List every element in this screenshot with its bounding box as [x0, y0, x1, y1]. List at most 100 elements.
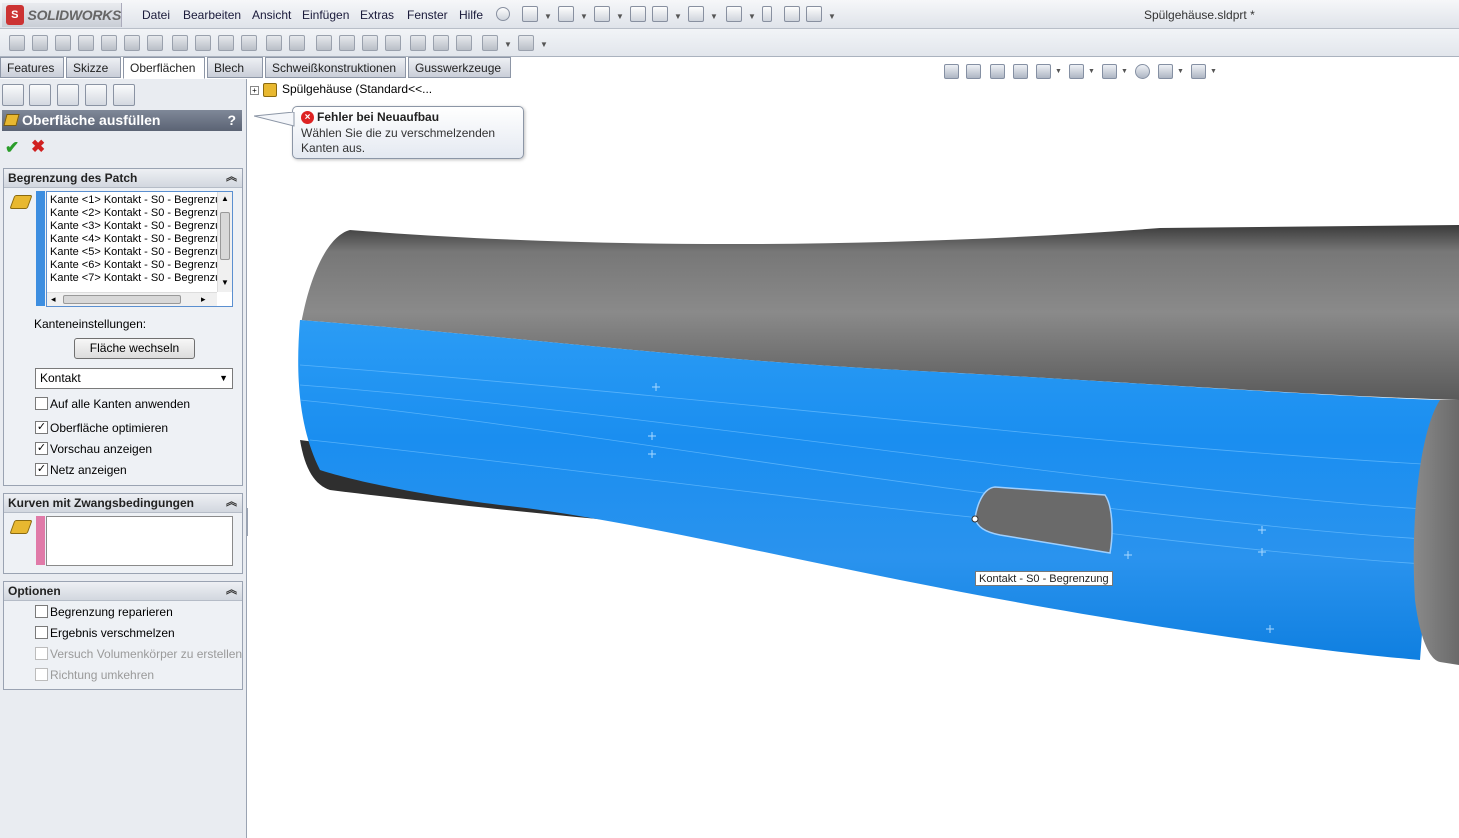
feature-manager-icon[interactable] [2, 84, 24, 106]
delete-face-icon[interactable] [266, 35, 282, 51]
undo-dropdown-icon[interactable]: ▼ [710, 12, 718, 21]
collapse-chevron-icon[interactable]: ︽ [226, 168, 237, 186]
split-line-dropdown-icon[interactable]: ▼ [504, 40, 512, 49]
apply-scene-icon[interactable] [1158, 64, 1173, 79]
view-settings-dropdown-icon[interactable]: ▼ [1210, 68, 1217, 75]
menu-datei[interactable]: Datei [142, 8, 170, 22]
display-style-dropdown-icon[interactable]: ▼ [1088, 68, 1095, 75]
mesh-checkbox[interactable]: ✓ [35, 463, 48, 476]
zoom-to-fit-icon[interactable] [944, 64, 959, 79]
view-orientation-icon[interactable] [1036, 64, 1051, 79]
freeform-icon[interactable] [147, 35, 163, 51]
rebuild-icon[interactable] [630, 6, 646, 22]
display-style-icon[interactable] [1069, 64, 1084, 79]
surface-fillet-icon[interactable] [241, 35, 257, 51]
optimize-checkbox[interactable]: ✓ [35, 421, 48, 434]
cut-with-surface-icon[interactable] [456, 35, 472, 51]
edge-callout-label[interactable]: Kontakt - S0 - Begrenzung [975, 571, 1113, 586]
try-solid-checkbox[interactable] [35, 647, 48, 660]
horizontal-scroll-thumb[interactable] [63, 295, 181, 304]
customize-icon[interactable] [806, 6, 822, 22]
split-line-icon[interactable] [482, 35, 498, 51]
menu-bearbeiten[interactable]: Bearbeiten [183, 8, 241, 22]
cancel-button[interactable]: ✖ [31, 137, 45, 157]
list-item[interactable]: Kante <2> Kontakt - S0 - Begrenzung [47, 207, 217, 220]
ok-button[interactable]: ✔ [5, 138, 19, 158]
section-view-icon[interactable] [1013, 64, 1028, 79]
scroll-right-icon[interactable]: ▸ [201, 294, 206, 305]
tab-gusswerkzeuge[interactable]: Gusswerkzeuge [408, 57, 511, 78]
previous-view-icon[interactable] [990, 64, 1005, 79]
curves-dropdown-icon[interactable]: ▼ [540, 40, 548, 49]
menu-ansicht[interactable]: Ansicht [252, 8, 291, 22]
trim-surface-icon[interactable] [339, 35, 355, 51]
filled-surface-icon[interactable] [124, 35, 140, 51]
preview-checkbox[interactable]: ✓ [35, 442, 48, 455]
knit-surface-icon[interactable] [385, 35, 401, 51]
tab-skizze[interactable]: Skizze [66, 57, 121, 78]
collapse-chevron-icon[interactable]: ︽ [226, 581, 237, 599]
horizontal-scrollbar[interactable]: ◂ ▸ [47, 292, 217, 306]
open-dropdown-icon[interactable]: ▼ [580, 12, 588, 21]
save-dropdown-icon[interactable]: ▼ [616, 12, 624, 21]
traffic-light-icon[interactable] [762, 6, 772, 22]
new-dropdown-icon[interactable]: ▼ [544, 12, 552, 21]
configuration-manager-icon[interactable] [57, 84, 79, 106]
list-item[interactable]: Kante <5> Kontakt - S0 - Begrenzung [47, 246, 217, 259]
ruled-surface-icon[interactable] [218, 35, 234, 51]
display-manager-icon[interactable] [113, 84, 135, 106]
collapse-chevron-icon[interactable]: ︽ [226, 493, 237, 511]
app-logo[interactable]: S SOLIDWORKS [2, 3, 122, 27]
select-dropdown-icon[interactable]: ▼ [748, 12, 756, 21]
thickened-cut-icon[interactable] [433, 35, 449, 51]
scene-dropdown-icon[interactable]: ▼ [1177, 68, 1184, 75]
patch-boundary-header[interactable]: Begrenzung des Patch ︽ [4, 169, 242, 188]
view-orientation-dropdown-icon[interactable]: ▼ [1055, 68, 1062, 75]
undo-icon[interactable] [688, 6, 704, 22]
options-icon[interactable] [784, 6, 800, 22]
edge-list[interactable]: Kante <1> Kontakt - S0 - Begrenzung Kant… [46, 191, 233, 307]
untrim-surface-icon[interactable] [362, 35, 378, 51]
tab-schweisskonstruktionen[interactable]: Schweißkonstruktionen [265, 57, 406, 78]
expand-icon[interactable]: + [250, 86, 259, 95]
repair-boundary-checkbox[interactable] [35, 605, 48, 618]
menu-einfuegen[interactable]: Einfügen [302, 8, 349, 22]
edit-appearance-icon[interactable] [1135, 64, 1150, 79]
list-item[interactable]: Kante <3> Kontakt - S0 - Begrenzung [47, 220, 217, 233]
scroll-left-icon[interactable]: ◂ [51, 294, 56, 305]
flyout-feature-tree[interactable]: + Spülgehäuse (Standard<<... [250, 82, 432, 97]
save-icon[interactable] [594, 6, 610, 22]
menu-hilfe[interactable]: Hilfe [459, 8, 483, 22]
switch-face-button[interactable]: Fläche wechseln [74, 338, 195, 359]
revolved-surface-icon[interactable] [32, 35, 48, 51]
tab-features[interactable]: Features [0, 57, 64, 78]
dimxpert-manager-icon[interactable] [85, 84, 107, 106]
pin-icon[interactable] [496, 7, 510, 21]
tree-root-label[interactable]: Spülgehäuse (Standard<<... [282, 82, 432, 96]
boundary-surface-icon[interactable] [101, 35, 117, 51]
list-item[interactable]: Kante <4> Kontakt - S0 - Begrenzung [47, 233, 217, 246]
vertical-scroll-thumb[interactable] [220, 212, 230, 260]
constraint-curve-list[interactable] [46, 516, 233, 566]
list-item[interactable]: Kante <1> Kontakt - S0 - Begrenzung [47, 194, 217, 207]
curves-icon[interactable] [518, 35, 534, 51]
swept-surface-icon[interactable] [55, 35, 71, 51]
constraint-curves-header[interactable]: Kurven mit Zwangsbedingungen ︽ [4, 494, 242, 513]
tab-oberflaechen[interactable]: Oberflächen [123, 57, 205, 79]
list-item[interactable]: Kante <6> Kontakt - S0 - Begrenzung [47, 259, 217, 272]
print-icon[interactable] [652, 6, 668, 22]
hide-show-items-icon[interactable] [1102, 64, 1117, 79]
extend-surface-icon[interactable] [316, 35, 332, 51]
options-header[interactable]: Optionen ︽ [4, 582, 242, 601]
condition-select[interactable]: Kontakt ▼ [35, 368, 233, 389]
menu-fenster[interactable]: Fenster [407, 8, 448, 22]
apply-all-checkbox[interactable] [35, 397, 48, 410]
vertical-scrollbar[interactable]: ▲ ▼ [217, 192, 232, 292]
tab-blech[interactable]: Blech [207, 57, 263, 78]
customize-dropdown-icon[interactable]: ▼ [828, 12, 836, 21]
print-dropdown-icon[interactable]: ▼ [674, 12, 682, 21]
scroll-down-icon[interactable]: ▼ [221, 278, 229, 287]
property-manager-icon[interactable] [29, 84, 51, 106]
open-icon[interactable] [558, 6, 574, 22]
view-settings-icon[interactable] [1191, 64, 1206, 79]
